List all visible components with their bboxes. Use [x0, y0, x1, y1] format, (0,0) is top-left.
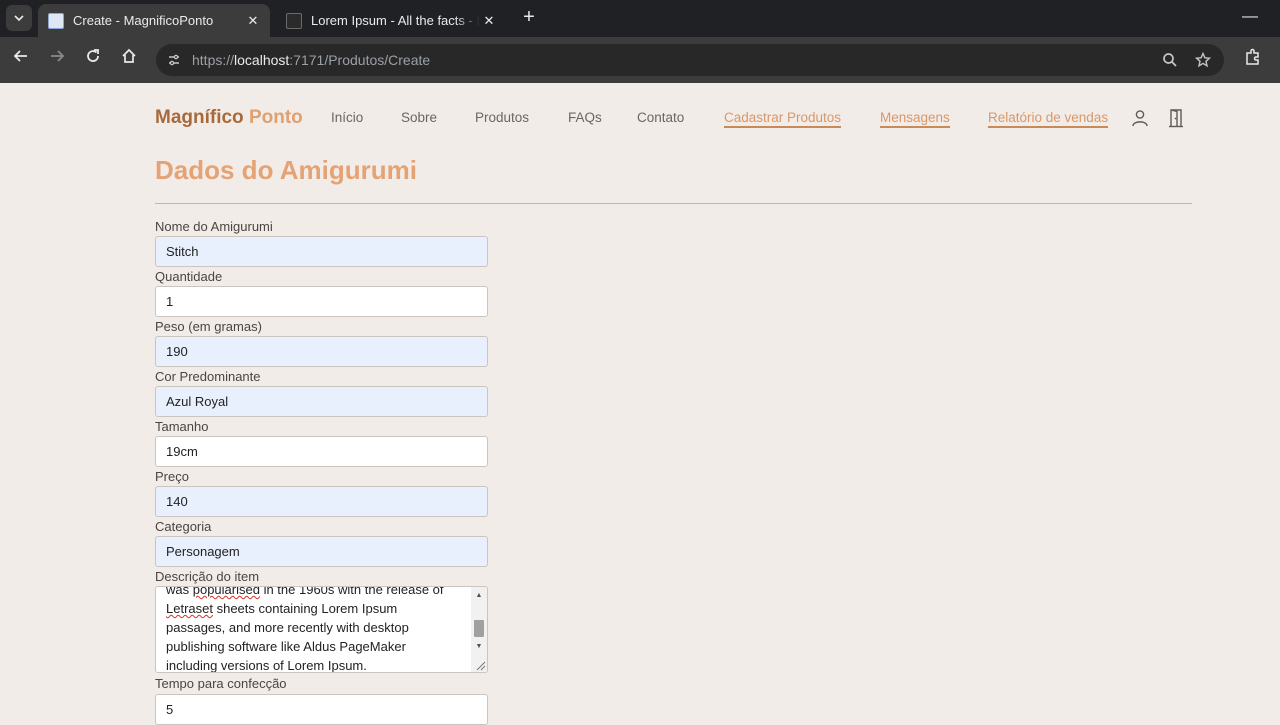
url-host: localhost: [234, 52, 290, 68]
descricao-textarea[interactable]: was popularised in the 1960s with the re…: [155, 586, 488, 673]
forward-icon[interactable]: [45, 48, 69, 72]
resize-grip-icon[interactable]: [474, 659, 486, 671]
page-content: Magnífico Ponto Início Sobre Produtos FA…: [0, 83, 1280, 725]
browser-toolbar: https://localhost:7171/Produtos/Create: [0, 37, 1280, 83]
logout-door-icon[interactable]: [1166, 108, 1186, 128]
tamanho-input[interactable]: [155, 436, 488, 467]
back-icon[interactable]: [9, 48, 33, 72]
nav-link-inicio[interactable]: Início: [331, 110, 363, 125]
nav-link-contato[interactable]: Contato: [637, 110, 684, 125]
nome-label: Nome do Amigurumi: [155, 219, 273, 234]
preco-label: Preço: [155, 469, 189, 484]
reload-icon[interactable]: [81, 48, 105, 72]
quantidade-label: Quantidade: [155, 269, 223, 284]
nav-link-produtos[interactable]: Produtos: [475, 110, 529, 125]
tab-create[interactable]: Create - MagnificoPonto ✕: [38, 4, 270, 37]
tempo-input[interactable]: [155, 694, 488, 725]
tab-list-icon[interactable]: [6, 5, 32, 31]
spellcheck-word: Letraset: [166, 601, 213, 616]
close-tab-icon[interactable]: ✕: [480, 13, 498, 29]
minimize-window-button[interactable]: —: [1240, 8, 1260, 28]
page-favicon-icon: [48, 12, 64, 29]
brand-accent: Ponto: [248, 107, 303, 128]
descricao-line-5: including versions of Lorem Ipsum.: [166, 658, 367, 673]
nav-link-cadastrar-produtos[interactable]: Cadastrar Produtos: [724, 110, 842, 128]
user-icon[interactable]: [1130, 108, 1150, 128]
tamanho-label: Tamanho: [155, 419, 209, 434]
peso-label: Peso (em gramas): [155, 319, 262, 334]
nome-input[interactable]: [155, 236, 488, 267]
scroll-thumb[interactable]: [474, 620, 484, 637]
nav-link-faqs[interactable]: FAQs: [568, 110, 602, 125]
categoria-label: Categoria: [155, 519, 212, 534]
brand-logo[interactable]: Magnífico Ponto: [155, 107, 303, 129]
tempo-label: Tempo para confecção: [155, 676, 287, 691]
categoria-input[interactable]: [155, 536, 488, 567]
home-icon[interactable]: [117, 48, 141, 72]
brand-name: Magnífico: [155, 107, 244, 128]
nav-link-sobre[interactable]: Sobre: [401, 110, 437, 125]
nav-link-mensagens[interactable]: Mensagens: [880, 110, 950, 128]
tab-title: Create - MagnificoPonto: [73, 13, 214, 28]
star-icon[interactable]: [1193, 50, 1213, 70]
preco-input[interactable]: [155, 486, 488, 517]
nav-link-relatorio-vendas[interactable]: Relatório de vendas: [988, 110, 1109, 128]
extensions-icon[interactable]: [1242, 48, 1264, 70]
descricao-line-3: passages, and more recently with desktop: [166, 620, 409, 635]
tab-title: Lorem Ipsum - All the facts - Lipsum: [311, 13, 480, 28]
descricao-line-1-start: was: [166, 586, 193, 597]
new-tab-button[interactable]: +: [517, 6, 541, 30]
cor-label: Cor Predominante: [155, 369, 261, 384]
tab-lorem-ipsum[interactable]: Lorem Ipsum - All the facts - Lipsum ✕: [276, 4, 506, 37]
peso-input[interactable]: [155, 336, 488, 367]
site-info-icon[interactable]: [164, 50, 184, 70]
spellcheck-word: popularised: [192, 586, 260, 597]
page-title: Dados do Amigurumi: [155, 155, 417, 185]
page-favicon-icon: [286, 12, 302, 29]
browser-tab-strip: Create - MagnificoPonto ✕ Lorem Ipsum - …: [0, 0, 1280, 37]
descricao-line-4: publishing software like Aldus PageMaker: [166, 639, 406, 654]
descricao-text: was popularised in the 1960s with the re…: [166, 586, 466, 673]
url-scheme: https://: [192, 52, 235, 68]
url-text[interactable]: https://localhost:7171/Produtos/Create: [192, 52, 430, 68]
quantidade-input[interactable]: [155, 286, 488, 317]
address-bar[interactable]: https://localhost:7171/Produtos/Create: [156, 44, 1224, 76]
title-divider: [155, 203, 1192, 204]
descricao-line-2-end: sheets containing Lorem Ipsum: [212, 601, 398, 616]
scroll-up-arrow-icon[interactable]: ▲: [471, 589, 487, 603]
descricao-line-1-end: in the 1960s with the release of: [259, 586, 444, 597]
zoom-icon[interactable]: [1160, 50, 1180, 70]
close-tab-icon[interactable]: ✕: [244, 13, 262, 29]
scroll-down-arrow-icon[interactable]: ▼: [471, 640, 487, 654]
cor-input[interactable]: [155, 386, 488, 417]
url-path: :7171/Produtos/Create: [289, 52, 431, 68]
descricao-label: Descrição do item: [155, 569, 260, 584]
